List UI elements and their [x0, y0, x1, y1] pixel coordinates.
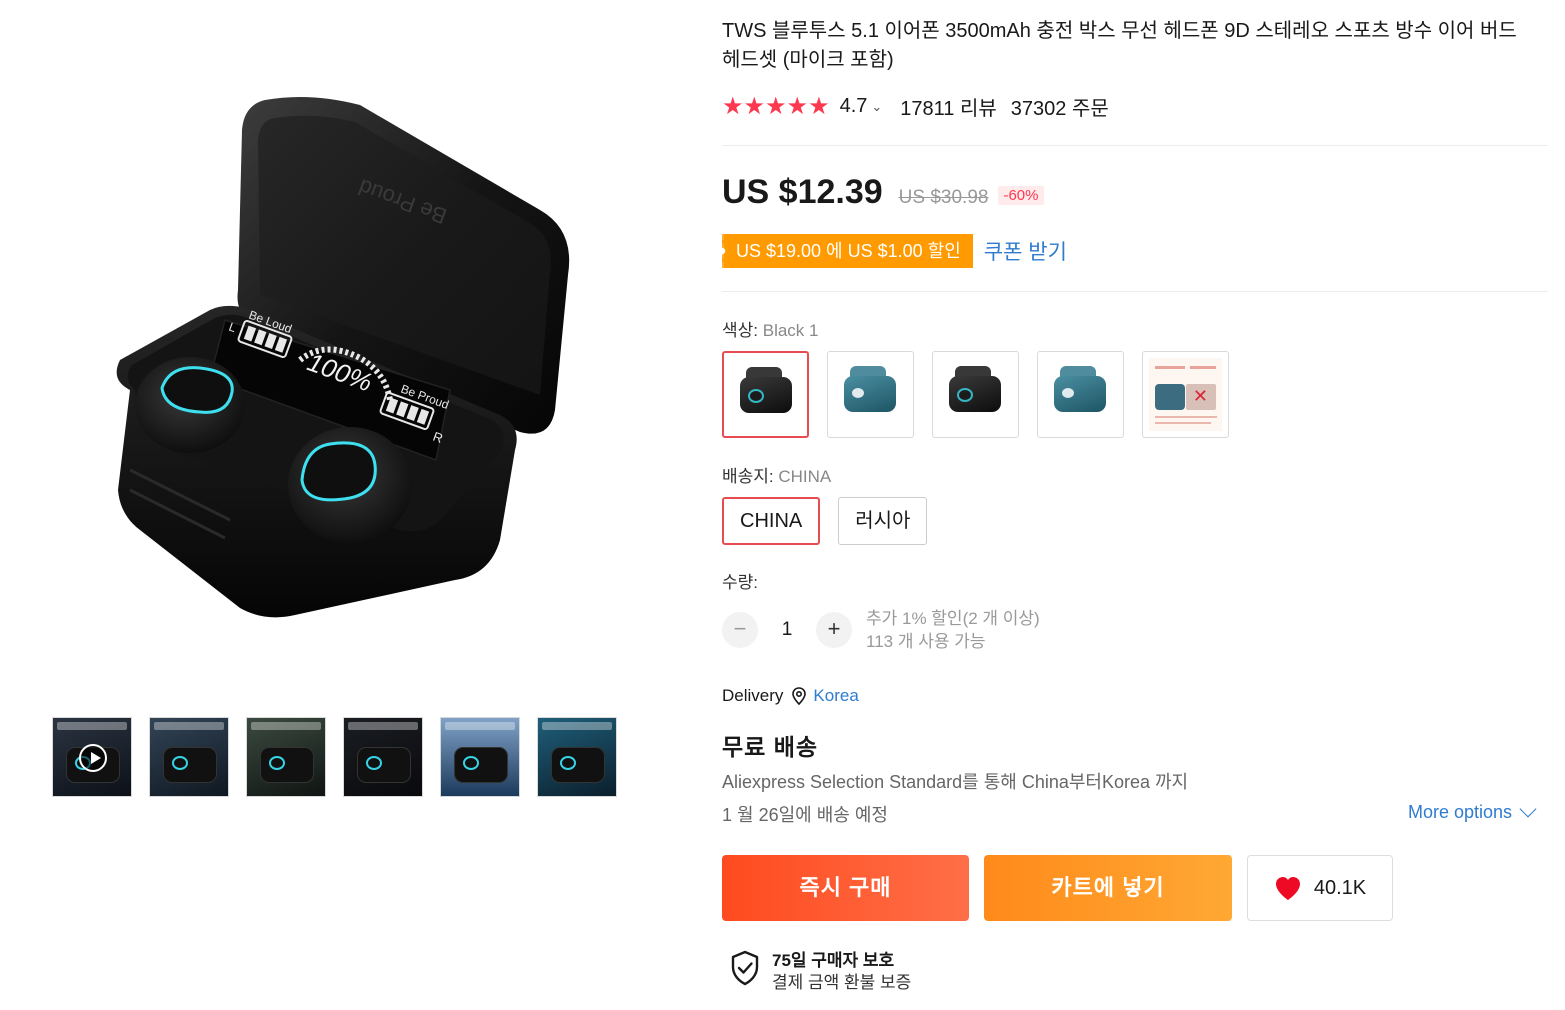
bulk-discount-note: 추가 1% 할인(2 개 이상)	[866, 609, 1040, 628]
star-rating-icon: ★★★★★	[722, 93, 830, 120]
ship-from-label: 배송지: CHINA	[722, 462, 831, 487]
coupon-row: US $19.00 에 US $1.00 할인 쿠폰 받기	[722, 234, 1067, 268]
play-icon	[79, 744, 107, 772]
ship-from-china-button[interactable]: CHINA	[722, 497, 821, 545]
rating-row: ★★★★★ 4.7 ⌄ 17811 리뷰 37302 주문	[722, 92, 1109, 121]
color-option-label: 색상: Black 1	[722, 316, 818, 341]
add-to-cart-button[interactable]: 카트에 넣기	[984, 855, 1232, 921]
review-count[interactable]: 17811 리뷰	[900, 92, 997, 121]
product-title: TWS 블루투스 5.1 이어폰 3500mAh 충전 박스 무선 헤드폰 9D…	[722, 20, 1517, 71]
shipping-method-description: Aliexpress Selection Standard를 통해 China부…	[722, 772, 1189, 792]
thumbnail-cable[interactable]	[343, 717, 423, 797]
estimated-delivery-date: 1 월 26일에 배송 예정	[722, 805, 888, 825]
discount-badge: -60%	[998, 186, 1044, 205]
color-selected-value: Black 1	[762, 321, 819, 340]
current-price: US $12.39	[722, 173, 883, 211]
location-pin-icon	[792, 687, 807, 705]
more-shipping-options-link[interactable]: More options	[1408, 800, 1537, 823]
thumbnail-bluetooth[interactable]	[149, 717, 229, 797]
delivery-label: Delivery	[722, 686, 784, 705]
buyer-protection-subtitle: 결제 금액 환불 보증	[772, 973, 912, 992]
buy-now-button[interactable]: 즉시 구매	[722, 855, 969, 921]
product-main-image[interactable]: Be Proud Be Loud L 100% Be Proud R	[60, 60, 620, 660]
swatch-black-2[interactable]	[932, 351, 1019, 438]
stock-available-note: 113 개 사용 가능	[866, 632, 986, 651]
thumbnail-lighting[interactable]	[537, 717, 617, 797]
action-buttons: 즉시 구매 카트에 넣기 40.1K	[722, 855, 1393, 921]
buyer-protection-text: 75일 구매자 보호 결제 금액 환불 보증	[772, 950, 911, 994]
get-coupon-link[interactable]: 쿠폰 받기	[984, 236, 1067, 266]
wishlist-button[interactable]: 40.1K	[1247, 855, 1393, 921]
price-row: US $12.39 US $30.98 -60%	[722, 173, 1044, 212]
delivery-destination-link[interactable]: Korea	[813, 686, 858, 706]
original-price: US $30.98	[898, 187, 989, 208]
swatch-instructions[interactable]: ✕	[1142, 351, 1229, 438]
quantity-input[interactable]: 1	[758, 619, 816, 641]
coupon-tag[interactable]: US $19.00 에 US $1.00 할인	[722, 234, 973, 268]
order-count: 37302 주문	[1010, 98, 1109, 120]
thumbnail-strip	[52, 717, 617, 797]
ship-from-selected-value: CHINA	[778, 467, 832, 486]
swatch-teal-2[interactable]	[1037, 351, 1124, 438]
quantity-notes: 추가 1% 할인(2 개 이상) 113 개 사용 가능	[866, 607, 1040, 653]
quantity-stepper: − 1 + 추가 1% 할인(2 개 이상) 113 개 사용 가능	[722, 607, 1040, 653]
delivery-row: Delivery Korea	[722, 686, 859, 706]
ship-from-options: CHINA 러시아	[722, 497, 928, 545]
shield-check-icon	[731, 950, 759, 986]
rating-value[interactable]: 4.7	[840, 95, 868, 118]
free-shipping-title: 무료 배송	[722, 734, 819, 760]
thumbnail-video[interactable]	[52, 717, 132, 797]
chevron-down-icon[interactable]: ⌄	[871, 99, 882, 115]
heart-icon	[1275, 877, 1300, 900]
cross-icon: ✕	[1192, 386, 1208, 406]
thumbnail-waterproof[interactable]	[440, 717, 520, 797]
ship-from-label-text: 배송지:	[722, 467, 779, 486]
ship-from-russia-button[interactable]: 러시아	[838, 497, 928, 545]
color-swatches: ✕	[722, 351, 1229, 438]
divider	[722, 291, 1548, 292]
quantity-label: 수량:	[722, 573, 759, 592]
more-options-label: More options	[1408, 802, 1513, 822]
buyer-protection-title: 75일 구매자 보호	[772, 951, 895, 970]
color-label-text: 색상:	[722, 321, 763, 340]
chevron-down-icon	[1519, 800, 1537, 817]
divider	[722, 145, 1548, 146]
increase-quantity-button[interactable]: +	[816, 612, 852, 648]
buyer-protection[interactable]: 75일 구매자 보호 결제 금액 환불 보증	[730, 950, 911, 994]
swatch-black-1[interactable]	[722, 351, 809, 438]
decrease-quantity-button[interactable]: −	[722, 612, 758, 648]
swatch-teal-1[interactable]	[827, 351, 914, 438]
thumbnail-temperature[interactable]	[246, 717, 326, 797]
wishlist-count: 40.1K	[1313, 876, 1367, 899]
